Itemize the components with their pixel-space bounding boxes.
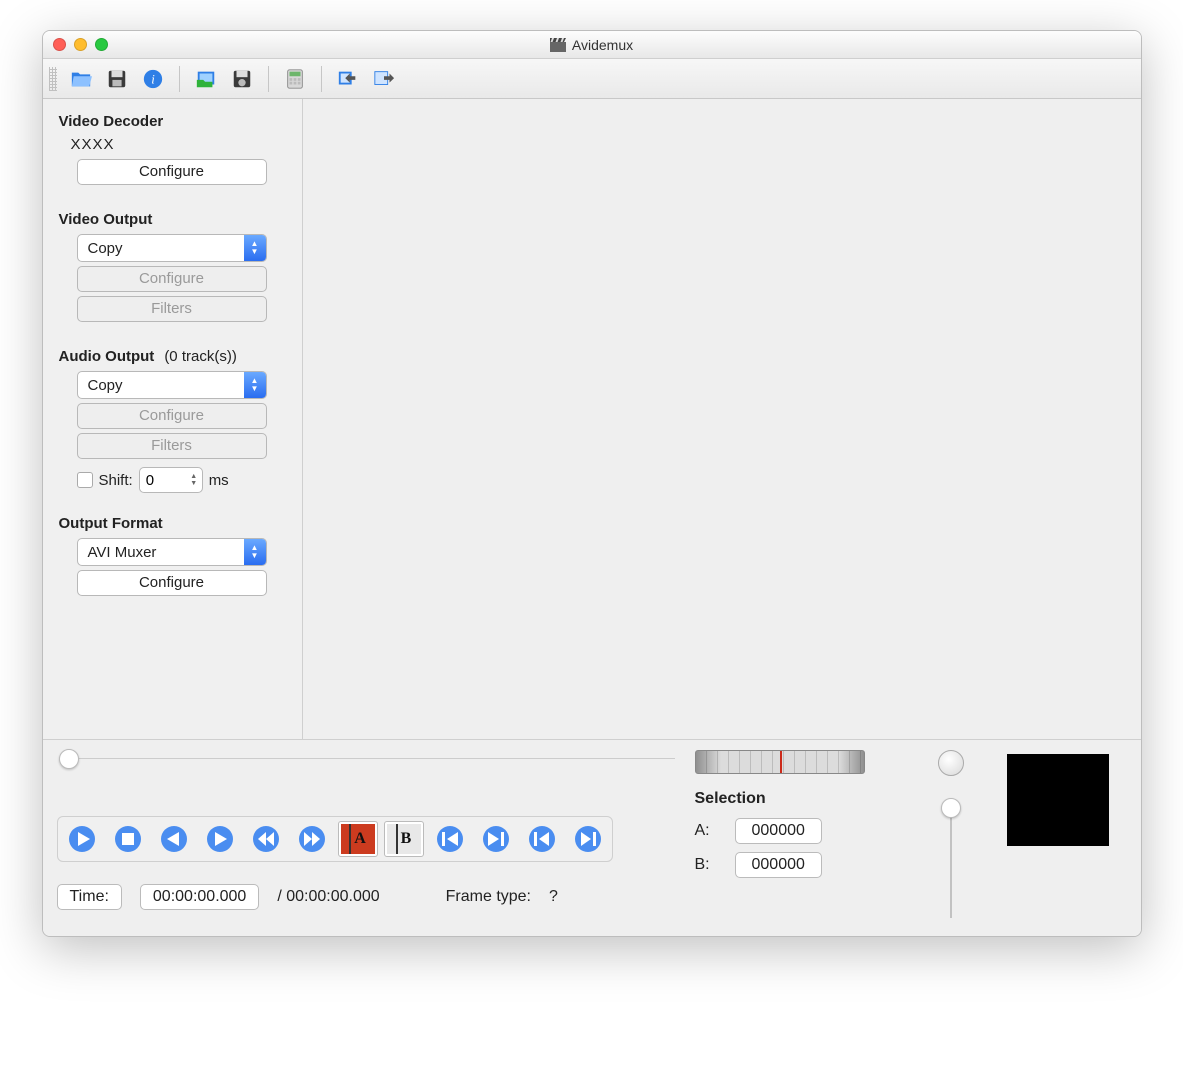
zoom-window-button[interactable] <box>95 38 108 51</box>
audio-shift-input[interactable] <box>140 472 186 489</box>
svg-text:i: i <box>151 72 155 86</box>
save-project-icon[interactable] <box>226 65 258 93</box>
timeline-thumb[interactable] <box>59 749 79 769</box>
spinner-arrows-icon[interactable]: ▲▼ <box>186 473 202 487</box>
video-preview-area <box>303 99 1141 739</box>
video-output-configure-button: Configure <box>77 266 267 292</box>
toolbar: i <box>43 59 1141 99</box>
output-format-selected: AVI Muxer <box>78 544 244 561</box>
import-icon[interactable] <box>332 65 364 93</box>
goto-end-button[interactable] <box>568 821 608 857</box>
prev-keyframe-button[interactable] <box>246 821 286 857</box>
selection-a-value[interactable]: 000000 <box>735 818 822 844</box>
next-frame-button[interactable] <box>200 821 240 857</box>
time-label: Time: <box>57 884 122 910</box>
frametype-value: ? <box>549 888 558 906</box>
audio-output-tracks: (0 track(s)) <box>164 348 237 365</box>
open-project-icon[interactable] <box>190 65 222 93</box>
preview-thumbnail <box>1007 754 1109 846</box>
minimize-window-button[interactable] <box>74 38 87 51</box>
window-title: Avidemux <box>572 37 633 53</box>
goto-start-button[interactable] <box>522 821 562 857</box>
goto-next-cut-button[interactable] <box>476 821 516 857</box>
video-output-select[interactable]: Copy ▲▼ <box>77 234 267 262</box>
video-decoder-configure-button[interactable]: Configure <box>77 159 267 185</box>
frametype-label: Frame type: <box>446 888 531 906</box>
open-file-icon[interactable] <box>65 65 97 93</box>
play-button[interactable] <box>62 821 102 857</box>
audio-output-selected: Copy <box>78 377 244 394</box>
audio-output-filters-button: Filters <box>77 433 267 459</box>
video-decoder-value: XXXX <box>71 136 290 153</box>
set-marker-a-button[interactable]: A <box>338 821 378 857</box>
audio-output-select[interactable]: Copy ▲▼ <box>77 371 267 399</box>
export-icon[interactable] <box>368 65 400 93</box>
goto-prev-cut-button[interactable] <box>430 821 470 857</box>
audio-shift-checkbox[interactable] <box>77 472 93 488</box>
time-value[interactable]: 00:00:00.000 <box>140 884 259 910</box>
selection-b-value[interactable]: 000000 <box>735 852 822 878</box>
selection-b-label: B: <box>695 856 723 874</box>
bottom-panel: A B Time: 00:00:00.000 / 00:00:00.000 Fr… <box>43 739 1141 936</box>
volume-slider[interactable] <box>946 798 956 918</box>
set-marker-b-button[interactable]: B <box>384 821 424 857</box>
audio-shift-spinner[interactable]: ▲▼ <box>139 467 203 493</box>
select-arrows-icon: ▲▼ <box>244 372 266 398</box>
output-format-select[interactable]: AVI Muxer ▲▼ <box>77 538 267 566</box>
select-arrows-icon: ▲▼ <box>244 539 266 565</box>
audio-shift-unit: ms <box>209 472 229 489</box>
titlebar: Avidemux <box>43 31 1141 59</box>
audio-output-heading: Audio Output <box>59 348 155 365</box>
toolbar-grip[interactable] <box>49 67 57 91</box>
video-decoder-heading: Video Decoder <box>59 113 290 130</box>
duration-value: / 00:00:00.000 <box>277 888 379 906</box>
save-file-icon[interactable] <box>101 65 133 93</box>
output-format-configure-button[interactable]: Configure <box>77 570 267 596</box>
app-icon <box>550 38 566 52</box>
selection-heading: Selection <box>695 790 895 808</box>
next-keyframe-button[interactable] <box>292 821 332 857</box>
video-output-filters-button: Filters <box>77 296 267 322</box>
volume-knob-icon[interactable] <box>938 750 964 776</box>
transport-controls: A B <box>57 816 613 862</box>
close-window-button[interactable] <box>53 38 66 51</box>
video-output-heading: Video Output <box>59 211 290 228</box>
output-format-heading: Output Format <box>59 515 290 532</box>
audio-shift-label: Shift: <box>99 472 133 489</box>
app-window: Avidemux i <box>42 30 1142 937</box>
volume-thumb[interactable] <box>941 798 961 818</box>
selection-a-label: A: <box>695 822 723 840</box>
info-icon[interactable]: i <box>137 65 169 93</box>
stop-button[interactable] <box>108 821 148 857</box>
calculator-icon[interactable] <box>279 65 311 93</box>
video-output-selected: Copy <box>78 240 244 257</box>
select-arrows-icon: ▲▼ <box>244 235 266 261</box>
prev-frame-button[interactable] <box>154 821 194 857</box>
timeline-slider[interactable] <box>61 758 675 776</box>
jog-wheel[interactable] <box>695 750 865 774</box>
audio-output-configure-button: Configure <box>77 403 267 429</box>
sidebar: Video Decoder XXXX Configure Video Outpu… <box>43 99 303 739</box>
